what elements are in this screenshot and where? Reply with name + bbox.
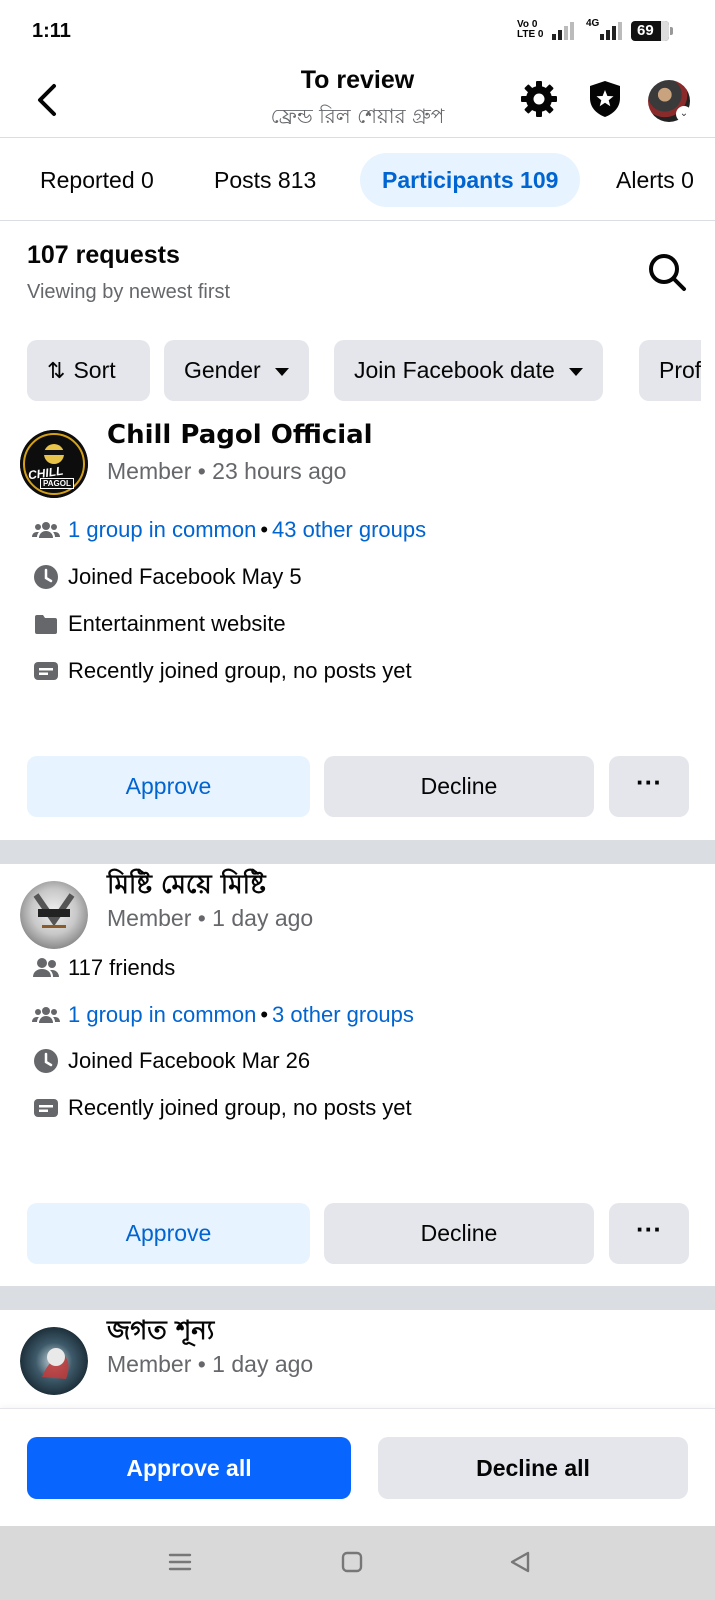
profile-filter-chip[interactable]: Prof <box>639 340 701 401</box>
groups-info-row: 1 group in common • 3 other groups <box>32 999 414 1031</box>
decline-button[interactable]: Decline <box>324 1203 594 1264</box>
member-meta: Member • 23 hours ago <box>107 458 347 484</box>
avatar-logo-subtext: PAGOL <box>40 478 74 489</box>
gender-filter-chip[interactable]: Gender <box>164 340 309 401</box>
approve-button[interactable]: Approve <box>27 1203 310 1264</box>
friends-icon <box>33 958 59 977</box>
shield-star-icon[interactable] <box>584 78 626 120</box>
joined-info-row: Joined Facebook May 5 <box>32 561 302 593</box>
bulk-actions-bar: Approve all Decline all <box>0 1408 715 1526</box>
network-4g-label: 4G <box>586 18 600 29</box>
member-name[interactable]: জগত শূন্য <box>107 1310 214 1354</box>
sort-arrows-icon: ⇅ <box>47 358 66 383</box>
signal-icon-2 <box>600 22 622 40</box>
profile-filter-label: Prof <box>659 357 701 383</box>
member-meta: Member • 1 day ago <box>107 905 314 931</box>
filter-chips: ⇅ Sort Gender Join Facebook date Prof <box>27 340 701 402</box>
message-icon <box>34 662 58 680</box>
groups-in-common-link[interactable]: 1 group in common <box>68 517 256 543</box>
caret-down-icon <box>274 367 289 376</box>
app-header: To review ফ্রেন্ড রিল শেয়ার গ্রুপ ⌄ <box>0 62 715 138</box>
member-avatar[interactable]: CHILL PAGOL <box>20 430 88 498</box>
other-groups-link[interactable]: 43 other groups <box>272 517 426 543</box>
card-divider <box>0 1286 715 1310</box>
card-divider <box>0 840 715 864</box>
network-volte-label: Vo 0 LTE 0 <box>517 20 543 40</box>
sort-chip[interactable]: ⇅ Sort <box>27 340 150 401</box>
tab-alerts[interactable]: Alerts 0 <box>616 153 694 207</box>
gender-filter-label: Gender <box>184 357 261 383</box>
status-time: 1:11 <box>32 20 71 42</box>
other-groups-link[interactable]: 3 other groups <box>272 1002 414 1028</box>
join-date-filter-chip[interactable]: Join Facebook date <box>334 340 603 401</box>
search-icon[interactable] <box>645 250 689 294</box>
tab-reported[interactable]: Reported 0 <box>40 153 154 207</box>
back-triangle-icon[interactable] <box>506 1548 534 1576</box>
approve-button[interactable]: Approve <box>27 756 310 817</box>
joined-info-row: Joined Facebook Mar 26 <box>32 1045 310 1077</box>
activity-text: Recently joined group, no posts yet <box>68 658 412 683</box>
clock-icon <box>34 565 58 589</box>
groups-icon <box>32 1007 60 1023</box>
groups-info-row: 1 group in common • 43 other groups <box>32 514 426 546</box>
approve-all-button[interactable]: Approve all <box>27 1437 351 1499</box>
status-bar: 1:11 Vo 0 LTE 0 4G 69 <box>0 0 715 62</box>
member-name[interactable]: মিষ্টি মেয়ে মিষ্টি <box>107 864 266 908</box>
chevron-down-icon[interactable]: ⌄ <box>676 106 692 122</box>
member-request-card: জগত শূন্য Member • 1 day ago <box>0 1310 715 1410</box>
friends-count-text: 117 friends <box>68 955 176 980</box>
member-request-card: মিষ্টি মেয়ে মিষ্টি Member • 1 day ago 1… <box>0 864 715 1286</box>
activity-info-row: Recently joined group, no posts yet <box>32 655 412 687</box>
message-icon <box>34 1099 58 1117</box>
member-avatar[interactable] <box>20 881 88 949</box>
member-request-card: CHILL PAGOL Chill Pagol Official Member … <box>0 412 715 842</box>
friends-info-row: 117 friends <box>32 952 175 984</box>
caret-down-icon <box>568 367 583 376</box>
member-name[interactable]: Chill Pagol Official <box>107 420 373 450</box>
decline-button[interactable]: Decline <box>324 756 594 817</box>
category-text: Entertainment website <box>68 611 286 636</box>
menu-icon[interactable] <box>166 1548 194 1576</box>
sort-label: Sort <box>73 357 116 383</box>
more-options-button[interactable]: ··· <box>609 1203 689 1264</box>
requests-count-heading: 107 requests <box>27 241 180 269</box>
signal-icon-1 <box>552 22 574 40</box>
join-date-filter-label: Join Facebook date <box>354 357 555 383</box>
member-meta: Member • 1 day ago <box>107 1351 314 1377</box>
home-icon[interactable] <box>338 1548 366 1576</box>
lte-label: LTE 0 <box>517 29 544 40</box>
activity-text: Recently joined group, no posts yet <box>68 1095 412 1120</box>
clock-icon <box>34 1049 58 1073</box>
member-avatar[interactable] <box>20 1327 88 1395</box>
requests-sort-subtitle: Viewing by newest first <box>27 281 231 303</box>
more-options-button[interactable]: ··· <box>609 756 689 817</box>
battery-level: 69 <box>637 22 654 39</box>
joined-facebook-text: Joined Facebook May 5 <box>68 564 302 589</box>
system-navigation-bar <box>0 1526 715 1600</box>
activity-info-row: Recently joined group, no posts yet <box>32 1092 412 1124</box>
tab-participants[interactable]: Participants 109 <box>360 153 581 207</box>
category-info-row: Entertainment website <box>32 608 286 640</box>
tab-posts[interactable]: Posts 813 <box>214 153 316 207</box>
joined-facebook-text: Joined Facebook Mar 26 <box>68 1048 311 1073</box>
decline-all-button[interactable]: Decline all <box>378 1437 688 1499</box>
review-tabs: Reported 0 Posts 813 Participants 109 Al… <box>0 139 715 221</box>
gear-icon[interactable] <box>518 78 560 120</box>
folder-icon <box>35 615 57 634</box>
battery-icon: 69 <box>631 21 673 41</box>
groups-in-common-link[interactable]: 1 group in common <box>68 1002 256 1028</box>
groups-icon <box>32 522 60 538</box>
